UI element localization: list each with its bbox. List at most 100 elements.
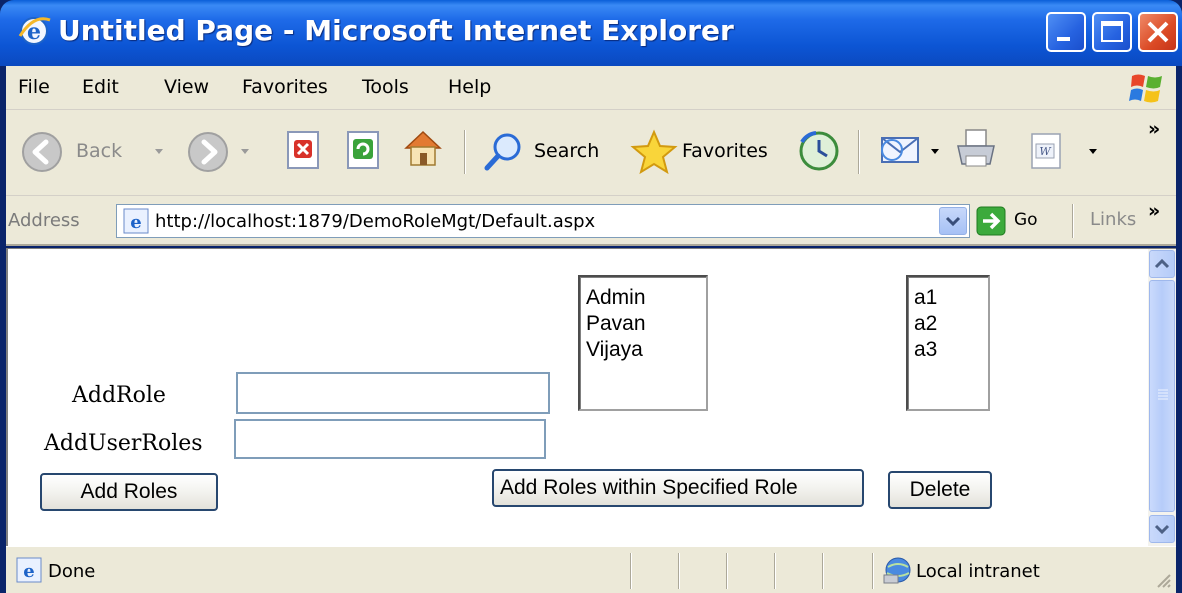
chevron-up-icon: [1154, 258, 1170, 269]
roles-list-item[interactable]: Admin: [580, 285, 706, 311]
maximize-icon: [1101, 21, 1123, 42]
mail-icon[interactable]: [878, 130, 926, 170]
close-icon: [1147, 21, 1169, 43]
minimize-button[interactable]: [1046, 12, 1086, 52]
address-input[interactable]: e http://localhost:1879/DemoRoleMgt/Defa…: [116, 204, 970, 238]
favorites-label: Favorites: [682, 140, 768, 162]
history-icon[interactable]: [796, 128, 842, 174]
toolbar-chevron[interactable]: »: [1148, 118, 1160, 140]
page-content: AddRole AddUserRoles Admin Pavan Vijaya …: [6, 248, 1176, 547]
menu-tools-label: Tools: [362, 76, 409, 98]
users-list-item[interactable]: a2: [908, 311, 988, 337]
title-bar: e Untitled Page - Microsoft Internet Exp…: [0, 0, 1182, 66]
chevron-down-icon: [945, 216, 961, 227]
status-divider: [774, 553, 776, 589]
back-label: Back: [76, 140, 123, 162]
menu-bar: File Edit View Favorites Tools Help: [6, 66, 1176, 110]
page-done-icon: e: [16, 557, 42, 583]
menu-help[interactable]: Help: [448, 76, 491, 98]
status-divider: [726, 553, 728, 589]
status-text: Done: [48, 561, 96, 582]
favorites-star-icon: [630, 129, 678, 175]
local-intranet-icon: [883, 557, 911, 584]
windows-logo-icon: [1129, 74, 1162, 103]
toolbar: Back Search Favorites W »: [6, 110, 1176, 196]
go-arrow-icon: [976, 206, 1006, 236]
search-label: Search: [534, 140, 600, 162]
scroll-up-button[interactable]: [1149, 250, 1175, 278]
print-icon[interactable]: [952, 126, 1000, 174]
minimize-icon: [1057, 37, 1070, 41]
status-divider: [822, 553, 824, 589]
scroll-down-button[interactable]: [1149, 515, 1175, 543]
go-button[interactable]: Go: [976, 204, 1056, 238]
home-icon[interactable]: [400, 126, 446, 172]
refresh-icon[interactable]: [344, 130, 384, 170]
users-list-item[interactable]: a1: [908, 285, 988, 311]
forward-arrow-icon[interactable]: [186, 130, 230, 174]
address-url: http://localhost:1879/DemoRoleMgt/Defaul…: [155, 211, 596, 232]
add-roles-button[interactable]: Add Roles: [40, 473, 218, 511]
page-ie-icon: e: [123, 208, 149, 234]
add-user-roles-input[interactable]: [234, 419, 546, 459]
mail-dropdown-icon[interactable]: [928, 144, 942, 158]
svg-text:e: e: [130, 212, 141, 233]
menu-favorites-label: Favorites: [242, 76, 328, 98]
add-roles-within-button[interactable]: Add Roles within Specified Role: [492, 469, 864, 507]
menu-view-label: View: [164, 76, 210, 98]
svg-text:W: W: [1039, 145, 1052, 158]
status-bar: e Done Local intranet: [6, 546, 1176, 593]
resize-grip-icon[interactable]: [1152, 569, 1172, 589]
status-divider: [678, 553, 680, 589]
users-listbox[interactable]: a1 a2 a3: [906, 275, 990, 411]
add-user-roles-label: AddUserRoles: [44, 431, 203, 456]
status-divider: [630, 553, 632, 589]
address-label: Address: [8, 210, 80, 231]
address-separator: [1072, 204, 1074, 238]
menu-edit-label: Edit: [82, 76, 119, 98]
back-arrow-icon: [22, 132, 62, 172]
address-dropdown-button[interactable]: [939, 207, 967, 235]
add-role-label: AddRole: [72, 383, 166, 408]
go-label: Go: [1014, 210, 1038, 230]
links-chevron[interactable]: »: [1148, 200, 1160, 222]
edit-word-icon[interactable]: W: [1028, 132, 1064, 172]
search-icon: [484, 133, 521, 171]
menu-tools[interactable]: Tools: [362, 76, 409, 98]
svg-text:e: e: [23, 561, 34, 582]
back-button[interactable]: Back: [14, 124, 154, 180]
menu-file-label: File: [18, 76, 50, 98]
edit-dropdown-icon[interactable]: [1086, 144, 1100, 158]
toolbar-separator: [858, 130, 860, 174]
security-zone-text: Local intranet: [916, 561, 1040, 582]
users-list-item[interactable]: a3: [908, 337, 988, 363]
close-button[interactable]: [1138, 12, 1178, 52]
window-title: Untitled Page - Microsoft Internet Explo…: [58, 14, 734, 47]
browser-window: e Untitled Page - Microsoft Internet Exp…: [0, 0, 1182, 593]
roles-list-item[interactable]: Vijaya: [580, 337, 706, 363]
scroll-thumb[interactable]: [1149, 280, 1175, 512]
add-role-input[interactable]: [236, 372, 550, 414]
status-divider: [872, 553, 874, 589]
chevron-down-icon: [1154, 524, 1170, 535]
delete-button[interactable]: Delete: [888, 471, 992, 509]
vertical-scrollbar[interactable]: [1148, 249, 1176, 547]
favorites-button[interactable]: Favorites: [630, 124, 780, 180]
back-dropdown-icon[interactable]: [152, 144, 166, 158]
maximize-button[interactable]: [1092, 12, 1132, 52]
menu-view[interactable]: View: [164, 76, 209, 98]
stop-icon[interactable]: [284, 130, 324, 170]
forward-dropdown-icon[interactable]: [238, 144, 252, 158]
address-bar: Address e http://localhost:1879/DemoRole…: [6, 196, 1176, 246]
search-button[interactable]: Search: [478, 124, 622, 180]
menu-file[interactable]: File: [18, 76, 50, 98]
links-label[interactable]: Links: [1090, 209, 1136, 230]
roles-listbox[interactable]: Admin Pavan Vijaya: [578, 275, 708, 411]
roles-list-item[interactable]: Pavan: [580, 311, 706, 337]
toolbar-separator: [464, 130, 466, 174]
menu-help-label: Help: [448, 76, 492, 98]
menu-favorites[interactable]: Favorites: [242, 76, 328, 98]
ie-logo-icon: e: [18, 17, 51, 45]
menu-edit[interactable]: Edit: [82, 76, 119, 98]
grip-icon: [1158, 389, 1168, 400]
